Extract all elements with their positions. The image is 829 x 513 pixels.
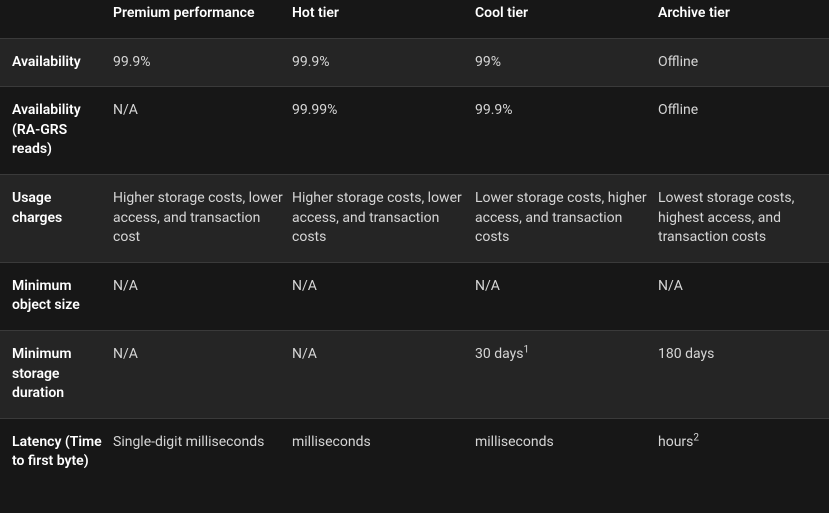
cell-archive: N/A — [658, 262, 829, 330]
cell-hot: Higher storage costs, lower access, and … — [292, 174, 475, 262]
row-usage-charges: Usage charges Higher storage costs, lowe… — [0, 174, 829, 262]
row-min-object-size: Minimum object size N/A N/A N/A N/A — [0, 262, 829, 330]
tier-comparison-table: Premium performance Hot tier Cool tier A… — [0, 0, 829, 486]
cell-premium: 99.9% — [113, 38, 292, 87]
row-label: Usage charges — [0, 174, 113, 262]
cell-hot: N/A — [292, 262, 475, 330]
cell-cool: Lower storage costs, higher access, and … — [475, 174, 658, 262]
cell-cool: 30 days1 — [475, 330, 658, 418]
header-label — [0, 0, 113, 38]
cell-cool: 99% — [475, 38, 658, 87]
row-label: Availability (RA-GRS reads) — [0, 87, 113, 175]
cell-cool-text: 30 days — [475, 346, 523, 362]
row-availability-ragrs: Availability (RA-GRS reads) N/A 99.99% 9… — [0, 87, 829, 175]
header-hot: Hot tier — [292, 0, 475, 38]
cell-premium: N/A — [113, 262, 292, 330]
header-archive: Archive tier — [658, 0, 829, 38]
row-label: Minimum object size — [0, 262, 113, 330]
cell-hot: N/A — [292, 330, 475, 418]
row-availability: Availability 99.9% 99.9% 99% Offline — [0, 38, 829, 87]
cell-hot: 99.9% — [292, 38, 475, 87]
cell-archive: Offline — [658, 87, 829, 175]
cell-archive: 180 days — [658, 330, 829, 418]
cell-archive-text: hours — [658, 434, 693, 450]
cell-premium: N/A — [113, 330, 292, 418]
row-label: Latency (Time to first byte) — [0, 418, 113, 486]
header-premium: Premium performance — [113, 0, 292, 38]
footnote-ref-2: 2 — [693, 432, 699, 443]
row-min-storage-duration: Minimum storage duration N/A N/A 30 days… — [0, 330, 829, 418]
header-cool: Cool tier — [475, 0, 658, 38]
cell-archive: Offline — [658, 38, 829, 87]
header-row: Premium performance Hot tier Cool tier A… — [0, 0, 829, 38]
cell-premium: Single-digit milliseconds — [113, 418, 292, 486]
cell-cool: N/A — [475, 262, 658, 330]
cell-hot: 99.99% — [292, 87, 475, 175]
row-label: Minimum storage duration — [0, 330, 113, 418]
cell-cool: 99.9% — [475, 87, 658, 175]
cell-hot: milliseconds — [292, 418, 475, 486]
cell-archive: hours2 — [658, 418, 829, 486]
footnote-ref-1: 1 — [523, 344, 529, 355]
cell-premium: N/A — [113, 87, 292, 175]
cell-cool: milliseconds — [475, 418, 658, 486]
row-label: Availability — [0, 38, 113, 87]
cell-archive: Lowest storage costs, highest access, an… — [658, 174, 829, 262]
cell-premium: Higher storage costs, lower access, and … — [113, 174, 292, 262]
row-latency: Latency (Time to first byte) Single-digi… — [0, 418, 829, 486]
